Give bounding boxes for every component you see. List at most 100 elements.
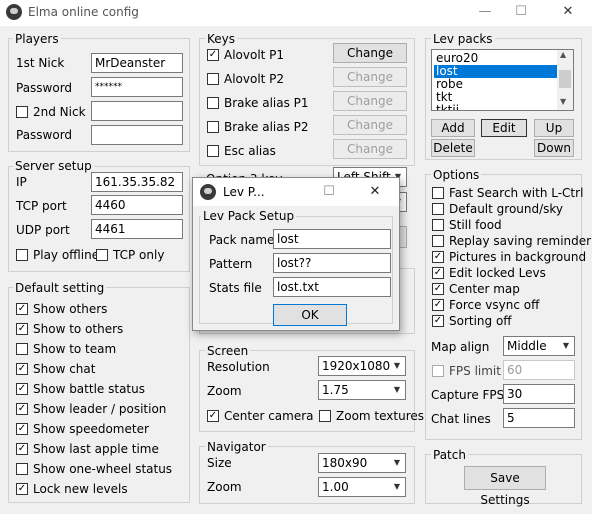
pack-name-input[interactable]: lost	[273, 229, 391, 249]
capture-fps-label: Capture FPS	[431, 388, 505, 402]
pattern-input[interactable]: lost??	[273, 253, 391, 273]
option-item-checkbox[interactable]	[432, 203, 444, 215]
option-item-checkbox[interactable]	[432, 187, 444, 199]
key-change-button[interactable]: Change	[333, 67, 407, 87]
option-item-checkbox[interactable]	[432, 235, 444, 247]
levpacks-group-label: Lev packs	[431, 32, 495, 46]
center-camera-checkbox[interactable]	[207, 410, 219, 422]
chevron-down-icon: ▼	[393, 361, 401, 370]
default-setting-item-label: Show chat	[33, 362, 96, 376]
ip-input[interactable]: 161.35.35.82	[91, 172, 183, 192]
scroll-up-icon[interactable]: ▲	[560, 50, 566, 59]
stats-file-input[interactable]: lost.txt	[273, 277, 391, 297]
fps-limit-checkbox[interactable]	[432, 365, 444, 377]
levpacks-scrollbar[interactable]: ▲ ▼	[557, 50, 573, 110]
resolution-label: Resolution	[207, 360, 270, 374]
dialog-close-button[interactable]: ✕	[360, 182, 390, 202]
default-setting-item-checkbox[interactable]	[16, 483, 28, 495]
password2-input[interactable]	[91, 125, 183, 145]
option-item-label: Replay saving reminder	[449, 234, 592, 248]
default-setting-item-checkbox[interactable]	[16, 463, 28, 475]
minimize-button[interactable]: —	[470, 2, 500, 22]
default-setting-item-label: Show to team	[33, 342, 117, 356]
zoom-select[interactable]: 1.75 ▼	[318, 380, 406, 400]
levpack-up-button[interactable]: Up	[534, 119, 574, 137]
scroll-down-icon[interactable]: ▼	[560, 97, 566, 106]
key-item-checkbox[interactable]	[207, 97, 219, 109]
navigator-size-label: Size	[207, 456, 232, 470]
levpacks-listbox[interactable]: euro20 lost robe tkt tktii ▲ ▼	[431, 49, 574, 111]
navigator-size-select[interactable]: 180x90 ▼	[318, 453, 406, 473]
option-item-checkbox[interactable]	[432, 251, 444, 263]
udp-port-input[interactable]: 4461	[91, 219, 183, 239]
default-setting-item-checkbox[interactable]	[16, 363, 28, 375]
default-setting-item-checkbox[interactable]	[16, 443, 28, 455]
key-item-label: Brake alias P1	[224, 96, 309, 110]
levpack-down-button[interactable]: Down	[534, 139, 574, 157]
capture-fps-input[interactable]: 30	[503, 384, 575, 404]
map-align-label: Map align	[431, 340, 490, 354]
default-setting-item-label: Show others	[33, 302, 108, 316]
close-button[interactable]: ✕	[553, 2, 583, 22]
fps-limit-input[interactable]: 60	[503, 360, 575, 380]
default-setting-item-checkbox[interactable]	[16, 323, 28, 335]
ip-label: IP	[16, 175, 27, 189]
resolution-select[interactable]: 1920x1080 ▼	[318, 356, 406, 376]
default-setting-item-label: Show last apple time	[33, 442, 159, 456]
navigator-zoom-select[interactable]: 1.00 ▼	[318, 477, 406, 497]
levpack-add-button[interactable]: Add	[431, 119, 475, 137]
key-change-button[interactable]: Change	[333, 115, 407, 135]
nick2-input[interactable]	[91, 101, 183, 121]
maximize-button[interactable]: ☐	[506, 2, 536, 22]
default-setting-item-label: Show battle status	[33, 382, 145, 396]
key-change-button[interactable]: Change	[333, 91, 407, 111]
key-item-checkbox[interactable]	[207, 121, 219, 133]
key-item-checkbox[interactable]	[207, 73, 219, 85]
chevron-down-icon: ▼	[393, 385, 401, 394]
levpack-dialog: Lev P... ☐ ✕ Lev Pack Setup Pack name lo…	[192, 177, 400, 331]
default-setting-item-checkbox[interactable]	[16, 343, 28, 355]
levpack-delete-button[interactable]: Delete	[431, 139, 475, 157]
tcp-port-input[interactable]: 4460	[91, 195, 183, 215]
dialog-title-bar: Lev P... ☐ ✕	[193, 178, 399, 206]
map-align-select[interactable]: Middle ▼	[503, 336, 575, 356]
levpack-edit-button[interactable]: Edit	[481, 119, 527, 137]
option-item-label: Still food	[449, 218, 502, 232]
password1-input[interactable]: ******	[91, 77, 183, 97]
dialog-maximize-button[interactable]: ☐	[314, 182, 344, 202]
option-item-label: Center map	[449, 282, 520, 296]
option-item-checkbox[interactable]	[432, 219, 444, 231]
default-setting-group-label: Default setting	[13, 281, 107, 295]
option-item-checkbox[interactable]	[432, 267, 444, 279]
navigator-group-label: Navigator	[205, 440, 268, 454]
zoom-textures-checkbox[interactable]	[319, 410, 331, 422]
key-item-checkbox[interactable]	[207, 145, 219, 157]
stats-file-label: Stats file	[209, 281, 262, 295]
key-item-label: Esc alias	[224, 144, 276, 158]
option-item-label: Pictures in background	[449, 250, 587, 264]
option-item-checkbox[interactable]	[432, 315, 444, 327]
key-change-button[interactable]: Change	[333, 43, 407, 63]
scroll-thumb[interactable]	[559, 70, 571, 88]
navigator-zoom-label: Zoom	[207, 480, 242, 494]
chat-lines-label: Chat lines	[431, 412, 491, 426]
tcp-only-checkbox[interactable]	[96, 249, 108, 261]
levpack-list-item[interactable]: tktii	[434, 104, 459, 111]
nick2-checkbox[interactable]	[16, 106, 28, 118]
dialog-ok-button[interactable]: OK	[273, 304, 347, 326]
nick1-input[interactable]: MrDeanster	[91, 53, 183, 73]
option-item-checkbox[interactable]	[432, 283, 444, 295]
default-setting-item-checkbox[interactable]	[16, 303, 28, 315]
save-settings-button[interactable]: Save Settings	[464, 466, 546, 507]
default-setting-item-checkbox[interactable]	[16, 383, 28, 395]
key-change-button[interactable]: Change	[333, 139, 407, 159]
play-offline-checkbox[interactable]	[16, 249, 28, 261]
key-item-checkbox[interactable]	[207, 49, 219, 61]
default-setting-item-checkbox[interactable]	[16, 403, 28, 415]
option-item-label: Sorting off	[449, 314, 512, 328]
play-offline-label: Play offline	[33, 248, 100, 262]
keys-group-label: Keys	[205, 32, 238, 46]
chat-lines-input[interactable]: 5	[503, 408, 575, 428]
default-setting-item-checkbox[interactable]	[16, 423, 28, 435]
option-item-checkbox[interactable]	[432, 299, 444, 311]
